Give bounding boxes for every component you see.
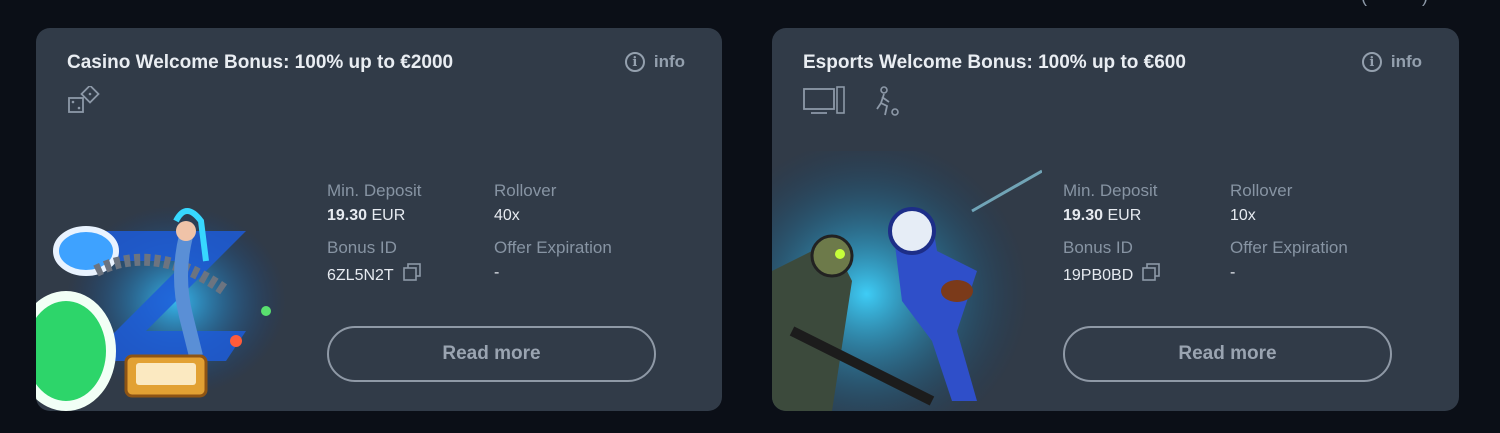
read-more-button[interactable]: Read more — [327, 326, 656, 382]
info-icon: i — [1361, 52, 1382, 72]
rollover-label: Rollover — [494, 181, 557, 200]
copy-icon[interactable] — [1141, 262, 1161, 289]
copy-icon[interactable] — [402, 262, 422, 289]
info-button[interactable]: i info — [1361, 52, 1422, 72]
expiration-block: Offer Expiration - — [1230, 237, 1403, 289]
info-label: info — [1390, 52, 1422, 71]
bonus-id-label: Bonus ID — [1063, 238, 1133, 257]
casino-bonus-card: Casino Welcome Bonus: 100% up to €2000 i… — [36, 28, 722, 411]
min-deposit-currency: EUR — [371, 207, 406, 224]
min-deposit-label: Min. Deposit — [327, 181, 422, 200]
expiration-value: - — [494, 264, 500, 281]
rollover-label: Rollover — [1230, 181, 1293, 200]
info-button[interactable]: i info — [624, 52, 685, 72]
min-deposit-block: Min. Deposit 19.30 EUR — [327, 180, 494, 227]
bonus-details: Min. Deposit 19.30 EUR Rollover 10x Bonu… — [1063, 180, 1403, 289]
bonus-id-block: Bonus ID 19PB0BD — [1063, 237, 1230, 289]
bonus-id-row: 19PB0BD — [1063, 262, 1230, 289]
min-deposit-label: Min. Deposit — [1063, 181, 1158, 200]
min-deposit-currency: EUR — [1107, 207, 1142, 224]
min-deposit-value: 19.30 EUR — [1063, 205, 1230, 227]
min-deposit-value: 19.30 EUR — [327, 205, 494, 227]
esports-promo-illustration — [772, 151, 1042, 411]
rollover-block: Rollover 40x — [494, 180, 667, 227]
bonus-id-value: 19PB0BD — [1063, 266, 1134, 284]
category-icons — [803, 86, 901, 116]
card-title: Esports Welcome Bonus: 100% up to €600 — [803, 52, 1186, 73]
category-icons — [67, 86, 105, 118]
expiration-label: Offer Expiration — [1230, 238, 1348, 257]
bonus-id-value: 6ZL5N2T — [327, 266, 394, 284]
read-more-button[interactable]: Read more — [1063, 326, 1392, 382]
bonus-id-label: Bonus ID — [327, 238, 397, 257]
casino-promo-illustration — [36, 206, 286, 411]
min-deposit-amount: 19.30 — [327, 207, 368, 224]
expiration-block: Offer Expiration - — [494, 237, 667, 289]
sport-player-icon — [876, 86, 899, 116]
dice-icon — [68, 86, 100, 113]
min-deposit-amount: 19.30 — [1063, 207, 1104, 224]
rollover-value: 10x — [1230, 207, 1256, 224]
rollover-value: 40x — [494, 207, 520, 224]
rollover-block: Rollover 10x — [1230, 180, 1403, 227]
card-title: Casino Welcome Bonus: 100% up to €2000 — [67, 52, 454, 73]
esports-bonus-card: Esports Welcome Bonus: 100% up to €600 i… — [772, 28, 1459, 411]
info-icon: i — [624, 52, 645, 72]
bonus-id-block: Bonus ID 6ZL5N2T — [327, 237, 494, 289]
top-partial-fragment: ( ) — [1361, 0, 1428, 7]
bonus-id-row: 6ZL5N2T — [327, 262, 494, 289]
min-deposit-block: Min. Deposit 19.30 EUR — [1063, 180, 1230, 227]
expiration-label: Offer Expiration — [494, 238, 612, 257]
info-label: info — [653, 52, 685, 71]
bonus-details: Min. Deposit 19.30 EUR Rollover 40x Bonu… — [327, 180, 667, 289]
expiration-value: - — [1230, 264, 1236, 281]
computer-icon — [803, 86, 845, 114]
